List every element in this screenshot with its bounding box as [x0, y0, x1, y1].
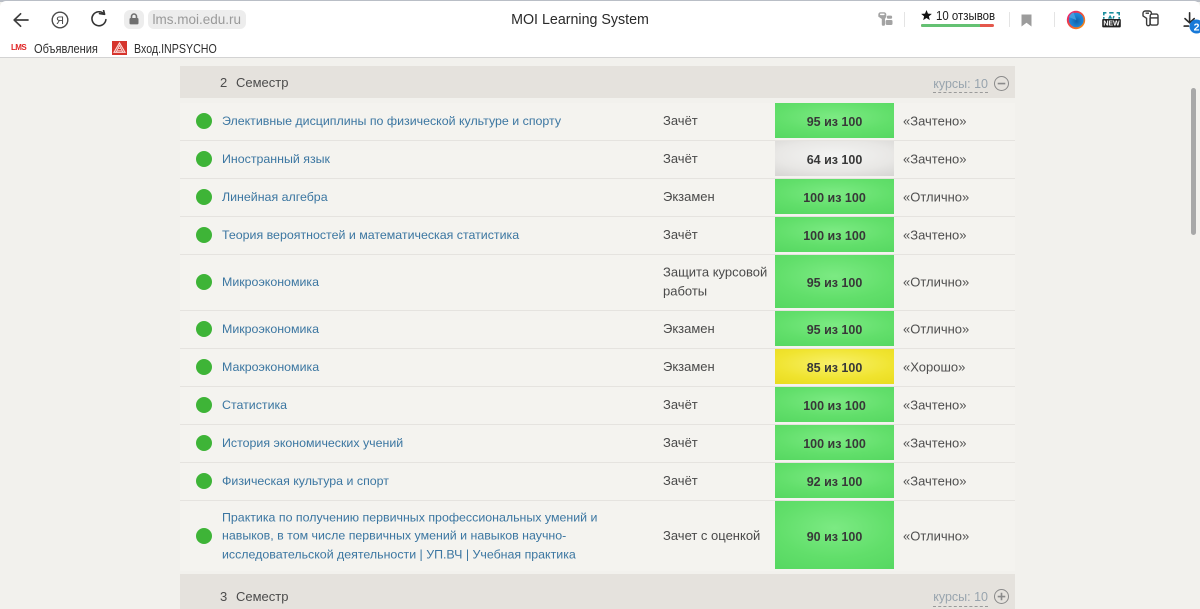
svg-text:2: 2 — [1194, 21, 1200, 33]
svg-text:NEW: NEW — [1103, 20, 1120, 27]
